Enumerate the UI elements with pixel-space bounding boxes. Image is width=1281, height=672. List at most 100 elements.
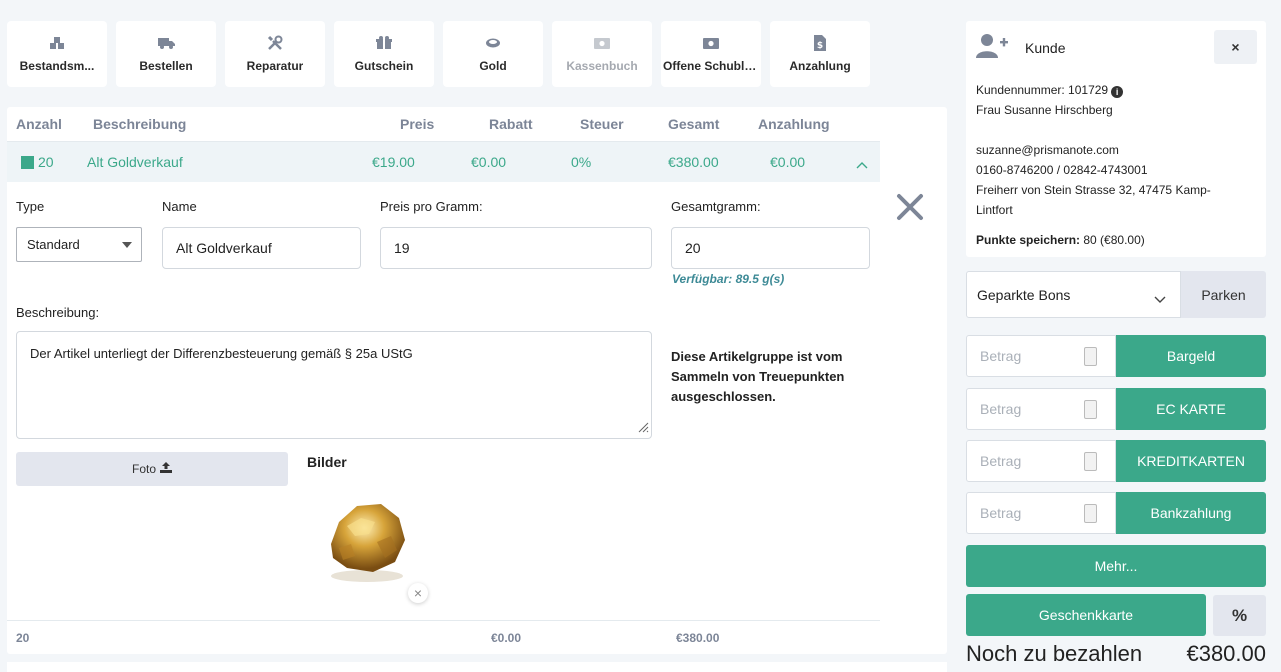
toolbar-label: Reparatur (246, 59, 304, 73)
money-bill-icon (594, 35, 610, 51)
gold-ring-icon (485, 35, 501, 51)
header-price: Preis (400, 116, 435, 132)
price-per-gram-input[interactable]: 19 (380, 227, 652, 269)
info-icon[interactable]: i (1111, 86, 1124, 98)
name-input[interactable]: Alt Goldverkauf (162, 227, 361, 269)
description-label: Beschreibung: (16, 305, 100, 320)
customer-phones: 0160-8746200 / 02842-4743001 (976, 163, 1148, 177)
type-select[interactable]: Standard (16, 227, 142, 262)
row-tax: 0% (571, 154, 592, 170)
toolbar-label: Bestandsm... (19, 59, 95, 73)
row-color-marker (21, 156, 34, 169)
pay-credit-card-button[interactable]: KREDITKARTEN (1116, 440, 1266, 482)
amount-placeholder: Betrag (980, 348, 1022, 364)
pay-cash-button[interactable]: Bargeld (1116, 335, 1266, 377)
table-header: Anzahl Beschreibung Preis Rabatt Steuer … (7, 107, 880, 141)
price-per-gram-label: Preis pro Gramm: (380, 199, 483, 214)
caret-down-icon (122, 242, 132, 248)
amount-input-bank[interactable]: Betrag (966, 492, 1116, 534)
row-deposit: €0.00 (770, 154, 806, 170)
row-description: Alt Goldverkauf (87, 154, 183, 170)
spinner-icon[interactable] (1084, 347, 1097, 366)
tools-icon (267, 35, 283, 51)
gold-nugget-image (317, 492, 417, 592)
parked-receipts-select[interactable]: Geparkte Bons (966, 271, 1181, 318)
amount-due-value: €380.00 (1186, 641, 1266, 666)
toolbar-button-deposit[interactable]: $ Anzahlung (770, 21, 870, 87)
row-discount: €0.00 (471, 154, 507, 170)
header-deposit: Anzahlung (758, 116, 830, 132)
amount-placeholder: Betrag (980, 453, 1022, 469)
header-discount: Rabatt (489, 116, 533, 132)
description-value: Der Artikel unterliegt der Differenzbest… (30, 346, 413, 361)
amount-due-label: Noch zu bezahlen (966, 641, 1143, 666)
customer-address-line-1: Freiherr von Stein Strasse 32, 47475 Kam… (976, 183, 1211, 197)
toolbar-label: Bestellen (139, 59, 193, 73)
pay-bank-transfer-button[interactable]: Bankzahlung (1116, 492, 1266, 534)
customer-address-line-2: Lintfort (976, 203, 1013, 217)
loyalty-exclusion-note: Diese Artikelgruppe ist vom Sammeln von … (671, 349, 845, 404)
customer-number-text: Kundennummer: 101729 (976, 83, 1109, 97)
images-label: Bilder (307, 454, 347, 470)
spinner-icon[interactable] (1084, 400, 1097, 419)
photo-upload-label: Foto (131, 462, 156, 476)
header-quantity: Anzahl (16, 116, 62, 132)
photo-upload-button[interactable]: Foto (16, 452, 288, 486)
park-button[interactable]: Parken (1181, 271, 1266, 318)
customer-name: Frau Susanne Hirschberg (976, 103, 1113, 117)
row-quantity: 20 (38, 154, 54, 170)
table-row[interactable]: 20 Alt Goldverkauf €19.00 €0.00 0% €380.… (7, 141, 880, 182)
customer-email: suzanne@prismanote.com (976, 143, 1119, 157)
table-footer: 20 €0.00 €380.00 (7, 620, 880, 654)
toolbar-button-stock[interactable]: Bestandsm... (7, 21, 107, 87)
parked-receipts-value: Geparkte Bons (977, 286, 1071, 303)
name-label: Name (162, 199, 197, 214)
customer-number: Kundennummer: 101729 i (976, 83, 1124, 98)
spinner-icon[interactable] (1084, 452, 1097, 471)
toolbar-button-cashbook[interactable]: Kassenbuch (552, 21, 652, 87)
remove-image-button[interactable]: × (408, 583, 428, 603)
amount-input-cash[interactable]: Betrag (966, 335, 1116, 377)
description-textarea[interactable]: Der Artikel unterliegt der Differenzbest… (16, 331, 652, 439)
toolbar-label: Anzahlung (789, 59, 851, 73)
invoice-dollar-icon: $ (814, 35, 826, 51)
more-payment-methods-button[interactable]: Mehr... (966, 545, 1266, 587)
toolbar-label: Gold (479, 59, 507, 73)
toolbar-button-open-drawer[interactable]: Offene Schublade (661, 21, 761, 87)
total-grams-input[interactable]: 20 (671, 227, 870, 269)
footer-total: €380.00 (676, 631, 720, 645)
gift-card-button[interactable]: Geschenkkarte (966, 594, 1206, 636)
type-select-value: Standard (27, 237, 80, 252)
close-item-icon[interactable] (896, 193, 924, 224)
amount-input-credit[interactable]: Betrag (966, 440, 1116, 482)
chevron-down-icon (1154, 291, 1166, 307)
svg-text:$: $ (817, 41, 823, 51)
customer-points: Punkte speichern: 80 (€80.00) (976, 233, 1145, 247)
toolbar-button-order[interactable]: Bestellen (116, 21, 216, 87)
amount-placeholder: Betrag (980, 401, 1022, 417)
footer-discount: €0.00 (491, 631, 522, 645)
header-description: Beschreibung (93, 116, 187, 132)
pay-ec-card-button[interactable]: EC KARTE (1116, 388, 1266, 430)
price-per-gram-value: 19 (394, 240, 410, 256)
amount-input-ec[interactable]: Betrag (966, 388, 1116, 430)
resize-handle-icon[interactable] (637, 421, 649, 436)
next-panel-edge (7, 662, 947, 672)
total-grams-label: Gesamtgramm: (671, 199, 761, 214)
add-user-icon[interactable] (976, 33, 1008, 62)
chevron-up-icon[interactable] (856, 157, 868, 172)
toolbar-button-gold[interactable]: Gold (443, 21, 543, 87)
close-customer-button[interactable]: × (1214, 30, 1257, 64)
toolbar: Bestandsm... Bestellen Reparatur Gutsche… (7, 21, 870, 87)
toolbar-label: Kassenbuch (566, 59, 638, 73)
transaction-panel: Anzahl Beschreibung Preis Rabatt Steuer … (7, 107, 947, 654)
customer-card: Kunde × Kundennummer: 101729 i Frau Susan… (966, 21, 1266, 257)
toolbar-button-repair[interactable]: Reparatur (225, 21, 325, 87)
upload-icon (160, 462, 172, 476)
discount-percent-button[interactable]: % (1213, 595, 1266, 636)
toolbar-button-voucher[interactable]: Gutschein (334, 21, 434, 87)
header-tax: Steuer (580, 116, 624, 132)
spinner-icon[interactable] (1084, 504, 1097, 523)
header-total: Gesamt (668, 116, 720, 132)
total-grams-value: 20 (685, 240, 701, 256)
